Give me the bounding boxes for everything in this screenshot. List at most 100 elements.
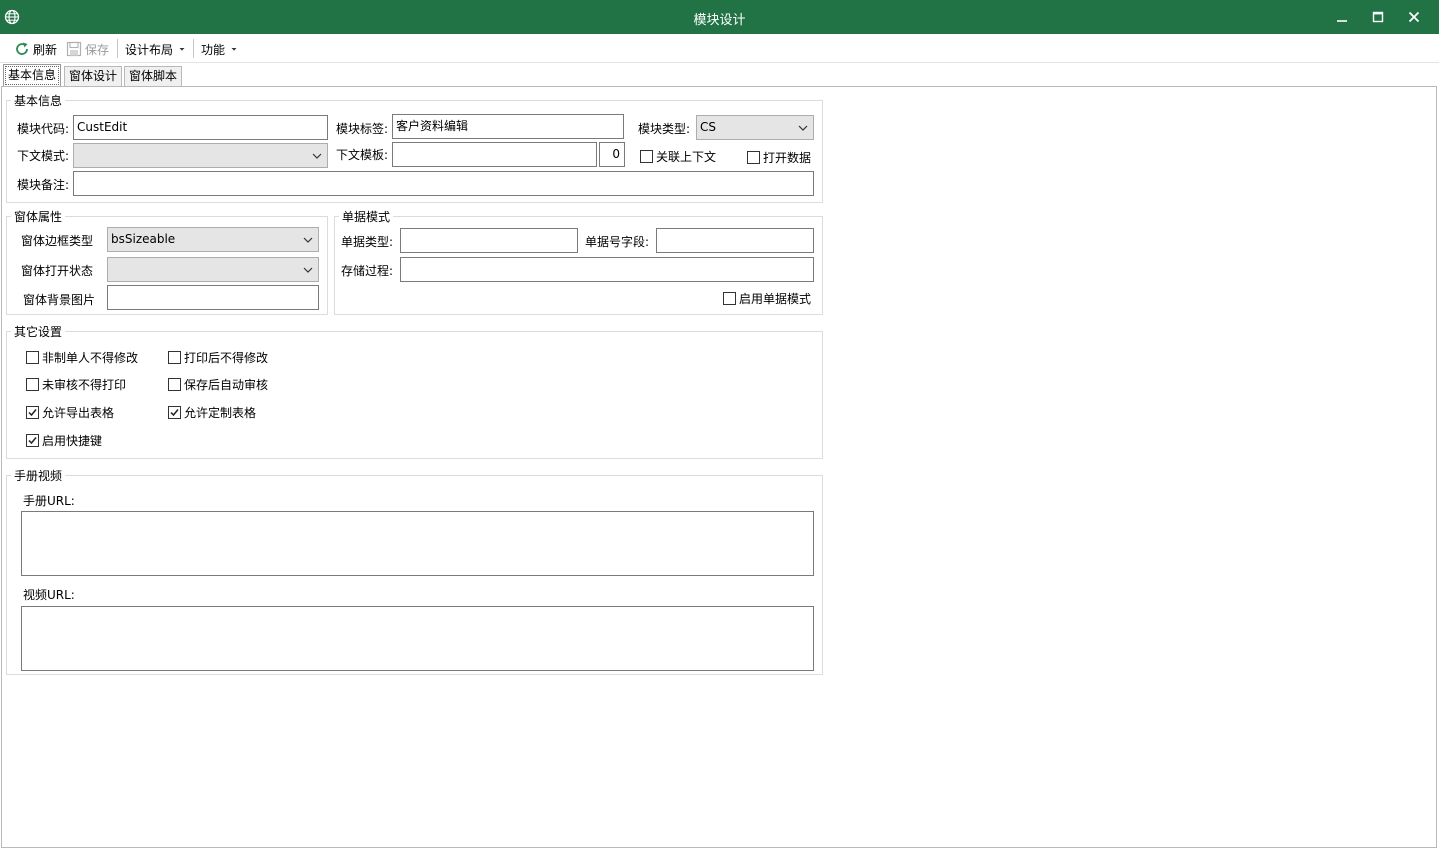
allow-customize-table-label: 允许定制表格 [184,406,257,420]
open-data-label: 打开数据 [763,151,812,165]
context-template-input[interactable] [392,142,597,167]
form-props-title: 窗体属性 [11,208,66,225]
close-icon [1408,11,1420,23]
basic-info-group: 基本信息 模块代码: CustEdit 模块标签: 客户资料编辑 模块类型: C… [6,92,823,203]
doc-type-input[interactable] [400,228,578,253]
checkmark-icon [28,437,37,445]
chevron-down-icon [312,153,322,159]
minimize-button[interactable] [1324,0,1360,34]
checkbox-box [168,378,181,391]
save-icon [66,41,82,57]
toolbar: 刷新 保存 设计布局 功能 [0,34,1439,63]
checkbox-box [723,292,736,305]
video-url-label: 视频URL: [23,588,75,602]
context-template-number[interactable]: 0 [599,142,625,167]
auto-audit-after-save-label: 保存后自动审核 [184,378,269,392]
no-print-unaudited-checkbox[interactable]: 未审核不得打印 [26,376,126,393]
context-mode-label: 下文模式: [17,149,70,163]
refresh-label: 刷新 [33,42,58,57]
caret-down-icon [179,48,185,51]
no-modify-non-creator-checkbox[interactable]: 非制单人不得修改 [26,349,138,366]
manual-url-label: 手册URL: [23,494,75,508]
no-modify-non-creator-label: 非制单人不得修改 [42,351,139,365]
checkbox-box [640,150,653,163]
layout-dropdown-button[interactable]: 设计布局 [125,40,186,58]
window-title: 模块设计 [693,13,746,28]
context-mode-select[interactable] [73,143,328,168]
doc-mode-title: 单据模式 [339,208,394,225]
tab-form-design[interactable]: 窗体设计 [64,66,123,87]
remark-label: 模块备注: [17,178,70,192]
maximize-button[interactable] [1360,0,1396,34]
layout-label: 设计布局 [125,42,174,57]
refresh-icon [16,42,28,55]
toolbar-separator [117,39,118,58]
save-label: 保存 [85,42,110,57]
border-type-value: bsSizeable [111,232,176,246]
tab-basic-info[interactable]: 基本信息 [3,64,62,87]
basic-info-title: 基本信息 [11,92,66,109]
allow-export-table-checkbox[interactable]: 允许导出表格 [26,404,114,421]
open-state-label: 窗体打开状态 [21,264,94,278]
checkbox-box [168,406,181,419]
link-context-checkbox[interactable]: 关联上下文 [640,148,716,165]
refresh-button[interactable]: 刷新 [14,40,57,58]
allow-export-table-label: 允许导出表格 [42,406,115,420]
function-dropdown-button[interactable]: 功能 [201,40,238,58]
form-props-group: 窗体属性 窗体边框类型 bsSizeable 窗体打开状态 窗体背景图片 [6,208,328,315]
border-type-select[interactable]: bsSizeable [107,227,319,252]
open-data-checkbox[interactable]: 打开数据 [747,149,811,166]
other-settings-title: 其它设置 [11,323,66,340]
doc-no-field-label: 单据号字段: [585,235,650,249]
open-state-select[interactable] [107,257,319,282]
checkbox-box [168,351,181,364]
module-tag-input[interactable]: 客户资料编辑 [392,114,624,139]
close-button[interactable] [1396,0,1432,34]
toolbar-separator [193,39,194,58]
no-modify-after-print-label: 打印后不得修改 [184,351,269,365]
tab-form-script[interactable]: 窗体脚本 [124,66,183,87]
module-type-select[interactable]: CS [696,115,814,140]
no-modify-after-print-checkbox[interactable]: 打印后不得修改 [168,349,268,366]
chevron-down-icon [303,237,313,243]
context-template-label: 下文模板: [336,148,389,162]
doc-no-field-input[interactable] [656,228,814,253]
manual-video-group: 手册视频 手册URL: 视频URL: [6,467,823,675]
enable-doc-mode-checkbox[interactable]: 启用单据模式 [723,290,811,307]
module-type-value: CS [700,120,716,134]
tab-strip: 基本信息 窗体设计 窗体脚本 [0,63,1439,87]
link-context-label: 关联上下文 [656,150,717,164]
video-url-textarea[interactable] [21,606,814,671]
enable-doc-mode-label: 启用单据模式 [739,292,812,306]
module-code-input[interactable]: CustEdit [73,115,328,140]
minimize-icon [1337,20,1347,22]
module-type-label: 模块类型: [638,122,691,136]
manual-url-textarea[interactable] [21,511,814,576]
other-settings-group: 其它设置 非制单人不得修改 打印后不得修改 未审核不得打印 保存后自动审核 允许… [6,323,823,459]
checkbox-box [26,406,39,419]
checkbox-box [26,434,39,447]
stored-proc-input[interactable] [400,257,814,282]
manual-video-title: 手册视频 [11,467,66,484]
chevron-down-icon [303,267,313,273]
checkbox-box [26,351,39,364]
auto-audit-after-save-checkbox[interactable]: 保存后自动审核 [168,376,268,393]
function-label: 功能 [201,42,226,57]
module-code-label: 模块代码: [17,122,70,136]
enable-shortcut-keys-checkbox[interactable]: 启用快捷键 [26,432,102,449]
remark-input[interactable] [73,171,814,196]
checkbox-box [26,378,39,391]
tab-page-basic-info: 基本信息 模块代码: CustEdit 模块标签: 客户资料编辑 模块类型: C… [1,86,1437,848]
chevron-down-icon [798,125,808,131]
border-type-label: 窗体边框类型 [21,234,94,248]
no-print-unaudited-label: 未审核不得打印 [42,378,127,392]
allow-customize-table-checkbox[interactable]: 允许定制表格 [168,404,256,421]
caret-down-icon [231,48,237,51]
save-button[interactable]: 保存 [66,40,109,58]
title-bar: 模块设计 [0,0,1439,34]
doc-type-label: 单据类型: [341,235,394,249]
doc-mode-group: 单据模式 单据类型: 单据号字段: 存储过程: 启用单据模式 [334,208,823,315]
checkbox-box [747,151,760,164]
stored-proc-label: 存储过程: [341,264,394,278]
bg-image-input[interactable] [107,285,319,310]
